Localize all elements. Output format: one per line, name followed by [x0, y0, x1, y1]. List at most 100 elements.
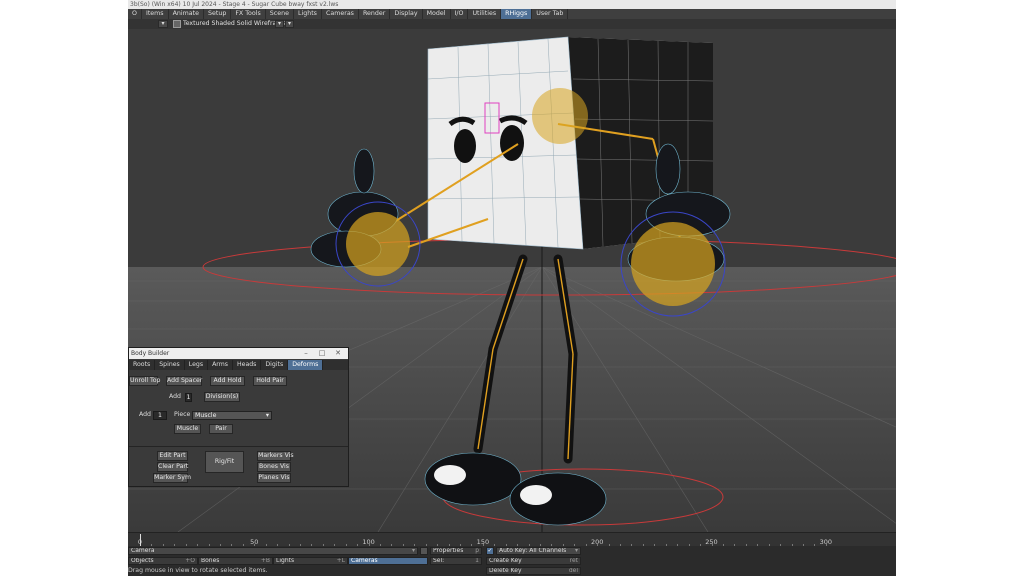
roll-top-button[interactable]: Unroll Top [129, 376, 161, 386]
muscle-button[interactable]: Muscle [174, 424, 201, 434]
add-count-field[interactable]: 1 [185, 393, 192, 402]
piece-select-value: Muscle [195, 412, 217, 419]
menu-tab[interactable]: FX Tools [231, 9, 266, 19]
delete-key-shortcut: del [568, 567, 578, 574]
lights-shortcut: +L [336, 557, 345, 564]
body-builder-tab[interactable]: Legs [185, 360, 209, 370]
menu-tab[interactable]: Display [390, 9, 423, 19]
piece-select[interactable]: Muscle ▾ [192, 411, 272, 420]
create-key-shortcut: ret [569, 557, 578, 564]
menu-tab[interactable]: Cameras [322, 9, 359, 19]
app-window: 3b(So) (Win x64) 10 Jul 2024 - Stage 4 -… [128, 0, 896, 576]
viewport-header: ▾ Textured Shaded Solid Wireframe ▾ ▾ [128, 19, 896, 29]
timeline-cursor[interactable] [140, 534, 141, 546]
menu-tab[interactable]: Render [359, 9, 391, 19]
minimize-button[interactable]: – [300, 348, 312, 359]
menu-tab[interactable]: O [128, 9, 142, 19]
add-hold-button[interactable]: Add Hold [210, 376, 245, 386]
body-builder-tab[interactable]: Roots [129, 360, 156, 370]
bones-button[interactable]: Bones +B [198, 557, 273, 565]
menu-tab[interactable]: Utilities [468, 9, 502, 19]
chevron-down-icon: ▾ [411, 547, 415, 554]
view-mode-label[interactable]: Textured Shaded Solid Wireframe [183, 20, 286, 28]
auto-key-select[interactable]: Auto Key: All Channels ▾ [496, 547, 581, 555]
cameras-button[interactable]: Cameras [348, 557, 428, 565]
menu-tab[interactable]: Items [142, 9, 169, 19]
edit-part-button[interactable]: Edit Part [157, 451, 188, 461]
sel-label: Sel: [433, 557, 445, 564]
maximize-button[interactable]: □ [316, 348, 328, 359]
view-type-dropdown[interactable]: ▾ [158, 20, 168, 28]
piece-label: Piece [174, 411, 191, 418]
bottom-row-2: Objects +O Bones +B Lights +L Cameras Se… [128, 556, 896, 566]
cameras-label: Cameras [351, 557, 378, 564]
add-piece-label: Add [139, 411, 151, 418]
menu-tab[interactable]: Lights [294, 9, 322, 19]
body-builder-tab[interactable]: Heads [233, 360, 262, 370]
menu-tab[interactable]: Animate [169, 9, 204, 19]
window-title: 3b(So) (Win x64) 10 Jul 2024 - Stage 4 -… [128, 0, 896, 9]
create-key-button[interactable]: Create Key ret [486, 557, 581, 565]
menu-bar: O Items Animate Setup FX Tools Scene Lights Cam… [128, 9, 896, 19]
body-builder-title-text: Body Builder [131, 350, 170, 357]
chevron-down-icon: ▾ [265, 412, 269, 419]
objects-button[interactable]: Objects +O [128, 557, 198, 565]
bones-label: Bones [201, 557, 220, 564]
head-control [532, 88, 588, 144]
current-item-value: Camera [131, 547, 155, 554]
objects-shortcut: +O [185, 557, 195, 564]
left-eye [454, 129, 476, 163]
rig-fit-button[interactable]: Rig/Fit [205, 451, 244, 473]
pair-button[interactable]: Pair [209, 424, 233, 434]
menu-tab[interactable]: RHiggs [501, 9, 533, 19]
markers-vis-button[interactable]: Markers Vis [257, 451, 294, 461]
body-builder-panel: Body Builder – □ ✕ Roots Spines Legs Arms He… [128, 347, 349, 487]
delete-key-button[interactable]: Delete Key del [486, 567, 581, 575]
view-mode-dropdown[interactable]: ▾ [275, 20, 284, 28]
clear-part-button[interactable]: Clear Part [157, 462, 188, 472]
viewport-options-dropdown[interactable]: ▾ [285, 20, 294, 28]
bones-shortcut: +B [260, 557, 270, 564]
body-builder-tab[interactable]: Deforms [288, 360, 324, 370]
create-key-label: Create Key [489, 557, 522, 564]
status-text: Drag mouse in view to rotate selected it… [128, 567, 268, 574]
planes-vis-button[interactable]: Planes Vis [257, 473, 291, 483]
body-builder-tabs: Roots Spines Legs Arms Heads Digits Deforms [129, 360, 348, 370]
shading-icon [173, 20, 181, 28]
close-button[interactable]: ✕ [332, 348, 344, 359]
objects-label: Objects [131, 557, 154, 564]
lights-button[interactable]: Lights +L [273, 557, 348, 565]
body-builder-tab[interactable]: Digits [261, 360, 289, 370]
current-item-select[interactable]: Camera ▾ [128, 547, 418, 555]
menu-tab[interactable]: I/O [451, 9, 469, 19]
panel-divider [129, 446, 348, 447]
divisions-button[interactable]: Division(s) [204, 392, 240, 402]
properties-button[interactable]: Properties p [430, 547, 482, 555]
body-builder-tab[interactable]: Arms [208, 360, 233, 370]
menu-tab[interactable]: Model [423, 9, 451, 19]
auto-key-label: Auto Key: All Channels [499, 547, 567, 554]
add-piece-count-field[interactable]: 1 [153, 411, 167, 420]
item-properties-icon[interactable] [420, 547, 428, 555]
sel-value: 1 [475, 557, 479, 564]
timeline[interactable]: 050100150200250300 [128, 532, 896, 547]
selected-count: Sel: 1 [430, 557, 482, 565]
auto-key-checkbox[interactable]: ✓ [486, 547, 494, 555]
add-spacer-button[interactable]: Add Spacer [166, 376, 202, 386]
marker-sym-button[interactable]: Marker Sym [153, 473, 191, 483]
delete-key-label: Delete Key [489, 567, 522, 574]
menu-tab[interactable]: User Tab [532, 9, 569, 19]
right-eye [500, 125, 524, 161]
lights-label: Lights [276, 557, 295, 564]
menu-tab[interactable]: Setup [204, 9, 232, 19]
body-builder-title: Body Builder – □ ✕ [129, 348, 348, 359]
chevron-down-icon: ▾ [574, 547, 578, 554]
menu-tab[interactable]: Scene [266, 9, 294, 19]
add-label: Add [169, 393, 181, 400]
bones-vis-button[interactable]: Bones Vis [257, 462, 291, 472]
bottom-row-1: Camera ▾ Properties p ✓ Auto Key: All Ch… [128, 546, 896, 556]
properties-label: Properties [433, 547, 464, 554]
body-builder-tab[interactable]: Spines [155, 360, 185, 370]
status-row: Drag mouse in view to rotate selected it… [128, 566, 896, 576]
hold-pair-button[interactable]: Hold Pair [253, 376, 287, 386]
